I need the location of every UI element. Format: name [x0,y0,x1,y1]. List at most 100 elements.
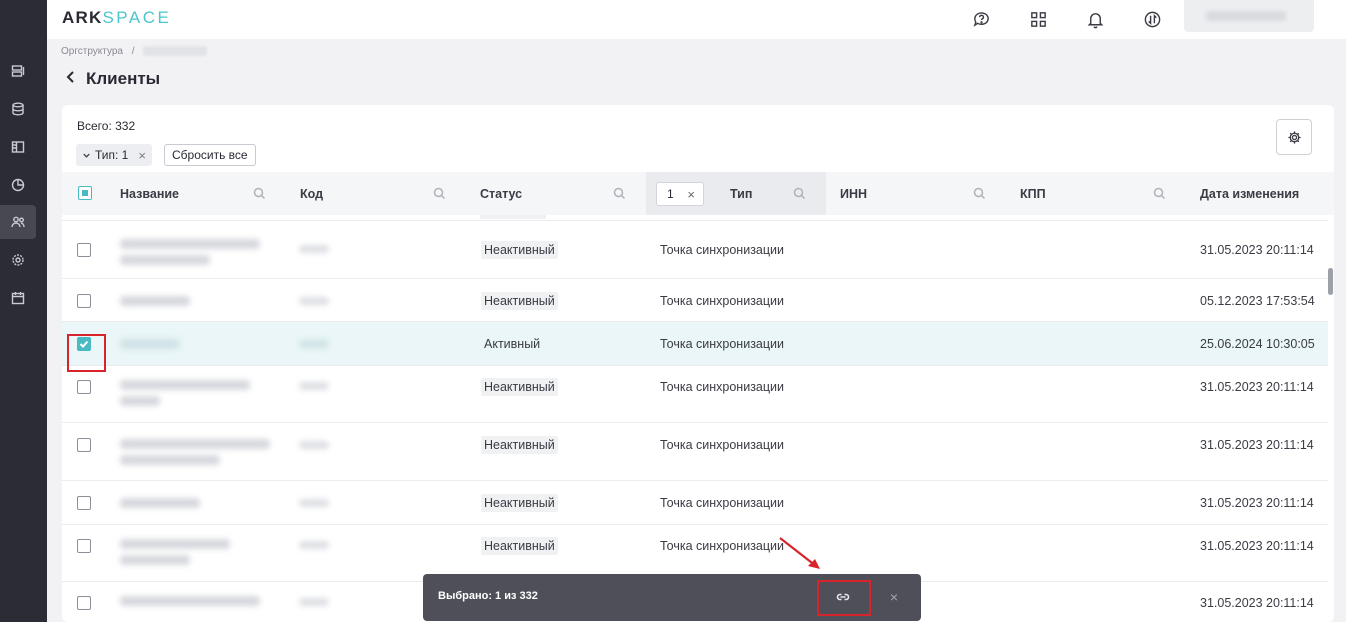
apps-grid-icon[interactable] [1026,7,1050,31]
client-name-redacted [120,439,270,449]
row-checkbox[interactable] [77,243,91,257]
type-filter-count-tag[interactable]: 1 × [656,182,704,206]
search-icon[interactable] [613,187,626,200]
table-row[interactable]: Неактивный Точка синхронизации 31.05.202… [62,423,1328,481]
top-bar: ARKSPACE [47,0,1346,39]
close-icon[interactable]: × [138,148,146,163]
client-name-redacted [120,296,190,306]
user-menu[interactable] [1184,0,1314,32]
modified-cell: 31.05.2023 20:11:14 [1200,596,1314,610]
type-cell: Точка синхронизации [660,243,784,257]
breadcrumb-current-redacted [143,46,208,57]
breadcrumb-separator: / [131,46,135,57]
search-icon[interactable] [793,187,806,200]
modified-cell: 31.05.2023 20:11:14 [1200,539,1314,553]
client-code-redacted [299,297,329,305]
sidebar-item-clients[interactable] [0,205,36,239]
type-cell: Точка синхронизации [660,337,784,351]
sidebar-item-database[interactable] [0,92,36,126]
chevron-down-icon [83,153,90,158]
type-cell: Точка синхронизации [660,380,784,394]
client-code-redacted [299,598,329,606]
client-code-redacted [299,340,329,348]
modified-cell: 05.12.2023 17:53:54 [1200,294,1315,308]
modified-cell: 31.05.2023 20:11:14 [1200,496,1314,510]
column-header-status[interactable]: Статус [480,172,522,215]
table-body: Неактивный Точка синхронизации 31.05.202… [62,215,1328,622]
row-checkbox[interactable] [77,380,91,394]
back-arrow-icon[interactable] [64,70,78,89]
bell-icon[interactable] [1083,7,1107,31]
search-icon[interactable] [1153,187,1166,200]
table-row[interactable]: Неактивный Точка синхронизации 31.05.202… [62,366,1328,423]
row-checkbox[interactable] [77,596,91,610]
select-all-checkbox[interactable] [78,186,92,200]
status-badge: Неактивный [481,378,558,396]
client-code-redacted [299,499,329,507]
sync-icon[interactable] [1140,7,1164,31]
selection-count: Выбрано: 1 из 332 [438,590,538,602]
highlight-frame-link-button [817,580,871,616]
page-title: Клиенты [86,69,161,88]
status-badge: Активный [484,337,541,351]
table-row[interactable]: Неактивный Точка синхронизации 05.12.202… [62,279,1328,322]
type-cell: Точка синхронизации [660,496,784,510]
status-badge: Неактивный [481,241,558,259]
table-row[interactable]: Неактивный Точка синхронизации 31.05.202… [62,481,1328,525]
reset-filters-button[interactable]: Сбросить все [164,144,256,166]
column-header-inn[interactable]: ИНН [840,172,867,215]
sidebar [0,0,47,622]
client-code-redacted [299,382,329,390]
close-icon[interactable]: × [885,586,903,608]
client-name-redacted [120,380,250,390]
table-scrollbar[interactable] [1328,268,1333,295]
search-icon[interactable] [433,187,446,200]
column-header-modified[interactable]: Дата изменения [1200,172,1299,215]
users-icon [11,216,25,228]
logo[interactable]: ARKSPACE [62,8,171,28]
status-badge: Неактивный [481,537,558,555]
client-name-redacted [120,498,200,508]
column-header-kpp[interactable]: КПП [1020,172,1046,215]
column-header-code[interactable]: Код [300,172,323,215]
sidebar-item-reports[interactable] [0,168,36,202]
support-chat-icon[interactable] [969,7,993,31]
row-checkbox[interactable] [77,438,91,452]
column-header-name[interactable]: Название [120,172,179,215]
table-row[interactable]: Неактивный Точка синхронизации 31.05.202… [62,221,1328,279]
search-icon[interactable] [253,187,266,200]
sidebar-item-settings[interactable] [0,243,36,277]
gear-icon [12,254,24,266]
modified-cell: 25.06.2024 10:30:05 [1200,337,1315,351]
client-code-redacted [299,541,329,549]
row-checkbox[interactable] [77,539,91,553]
client-name-redacted [120,555,190,565]
status-badge: Неактивный [481,436,558,454]
sidebar-item-calendar[interactable] [0,281,36,315]
close-icon[interactable]: × [687,187,695,202]
column-header-type[interactable]: Тип [730,172,752,215]
client-code-redacted [299,245,329,253]
table-settings-button[interactable] [1276,119,1312,155]
gear-icon [1287,130,1301,144]
client-name-redacted [120,255,210,265]
annotation-arrow-icon [779,537,820,569]
row-checkbox[interactable] [77,496,91,510]
search-icon[interactable] [973,187,986,200]
modified-cell: 31.05.2023 20:11:14 [1200,243,1314,257]
client-name-redacted [120,455,220,465]
breadcrumb-root[interactable]: Оргструктура [61,46,123,57]
modified-cell: 31.05.2023 20:11:14 [1200,380,1314,394]
row-checkbox[interactable] [77,294,91,308]
client-code-redacted [299,441,329,449]
type-filter-chip[interactable]: Тип: 1 × [76,144,152,166]
sidebar-item-layout[interactable] [0,130,36,164]
table-row-selected[interactable]: Активный Точка синхронизации 25.06.2024 … [62,322,1328,366]
sidebar-item-objects[interactable] [0,54,36,88]
client-name-redacted [120,396,160,406]
status-badge: Неактивный [481,292,558,310]
type-cell: Точка синхронизации [660,438,784,452]
client-name-redacted [120,339,180,349]
user-name-redacted [1206,11,1286,21]
modified-cell: 31.05.2023 20:11:14 [1200,438,1314,452]
